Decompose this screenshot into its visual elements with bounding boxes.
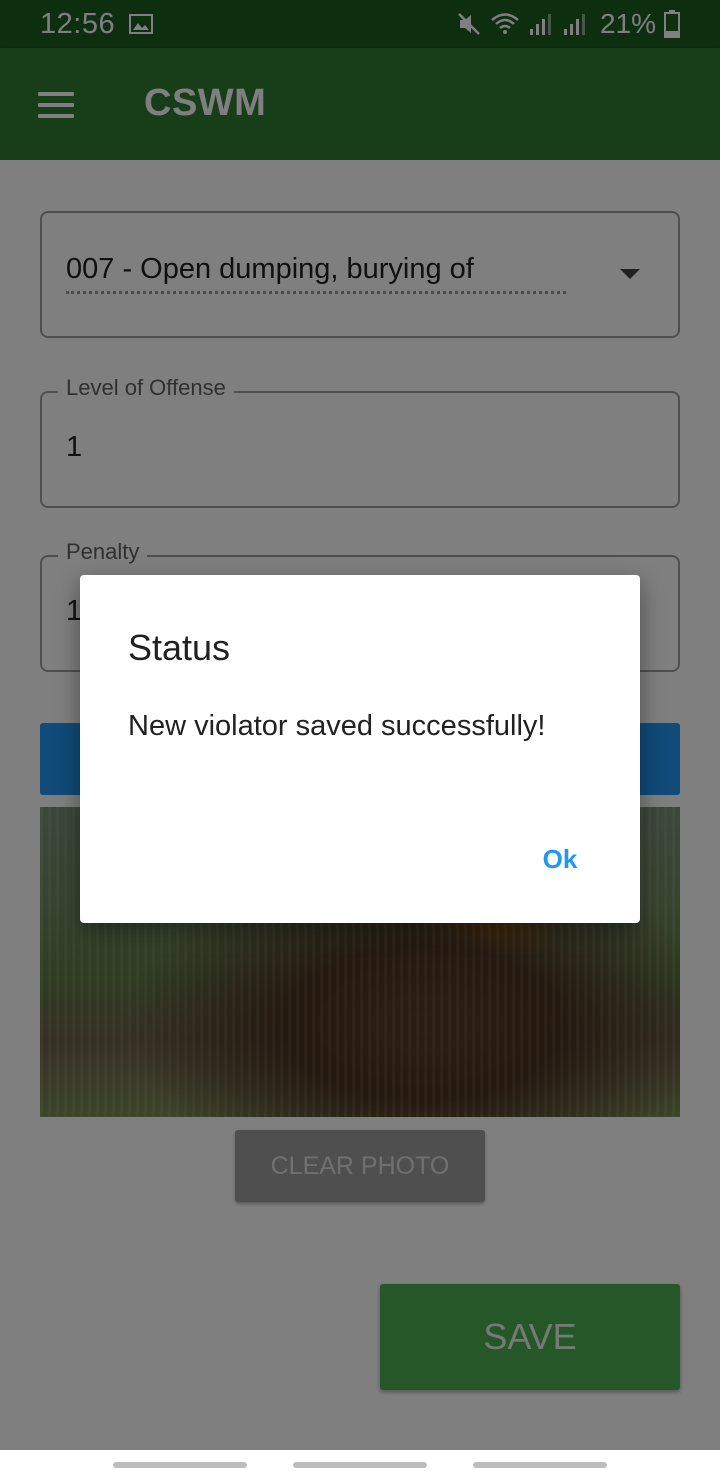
nav-home-button[interactable] bbox=[293, 1462, 427, 1468]
nav-back-button[interactable] bbox=[473, 1462, 607, 1468]
system-nav-bar bbox=[0, 1450, 720, 1480]
nav-recents-button[interactable] bbox=[113, 1462, 247, 1468]
dialog-ok-button[interactable]: Ok bbox=[528, 833, 592, 885]
dialog-title: Status bbox=[128, 627, 231, 668]
status-dialog: Status New violator saved successfully! … bbox=[80, 575, 640, 923]
dialog-message: New violator saved successfully! bbox=[128, 710, 546, 742]
